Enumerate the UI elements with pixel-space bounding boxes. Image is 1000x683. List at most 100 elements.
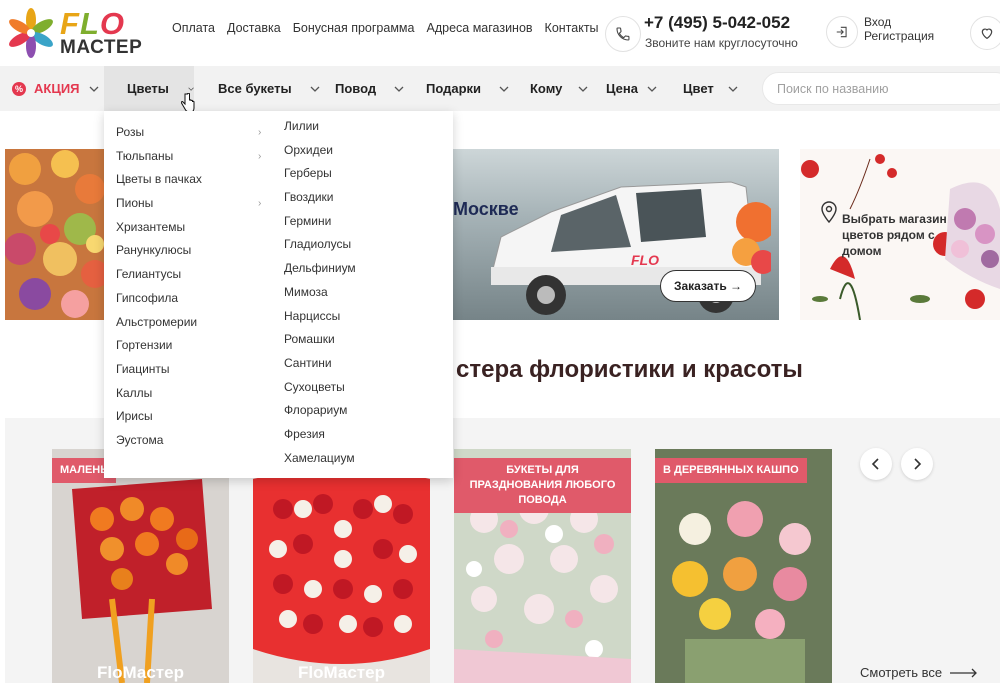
nav-whom-label: Кому: [530, 81, 563, 96]
dropdown-item-label: Ирисы: [116, 409, 153, 424]
nav-occasion-label: Повод: [335, 81, 377, 96]
nav-whom[interactable]: Кому: [530, 66, 588, 111]
dropdown-item[interactable]: Эустома: [116, 429, 202, 453]
heart-icon[interactable]: [970, 16, 1000, 50]
dropdown-item-label: Эустома: [116, 432, 164, 447]
nav-flowers-label: Цветы: [127, 81, 169, 96]
logo[interactable]: FLO МАСТЕР: [6, 8, 146, 58]
nav-gifts[interactable]: Подарки: [426, 66, 509, 111]
section-title: стера флористики и красоты: [456, 356, 803, 383]
nav-akcia[interactable]: % АКЦИЯ: [12, 66, 99, 111]
dropdown-item[interactable]: Герберы: [284, 162, 356, 186]
search-input[interactable]: [762, 72, 1000, 105]
nav-all-bouquets[interactable]: Все букеты: [218, 66, 320, 111]
login-text: Вход Регистрация: [864, 15, 934, 43]
logo-flower-icon: [9, 8, 53, 58]
category-card-1[interactable]: МАЛЕНЬ FloМастер: [52, 449, 229, 683]
dropdown-item[interactable]: Флорариум: [284, 399, 356, 423]
logo-letter-f: F: [60, 6, 80, 41]
see-all-link[interactable]: Смотреть все: [860, 665, 942, 680]
chevron-right-icon: [914, 458, 922, 470]
banner-store-finder[interactable]: Выбрать магазин цветов рядом с домом: [800, 149, 1000, 320]
flowers-dropdown: Розы › Тюльпаны › Цветы в пачках Пионы › Хр…: [104, 111, 453, 478]
dropdown-item[interactable]: Нарциссы: [284, 305, 356, 329]
dropdown-item[interactable]: Дельфиниум: [284, 257, 356, 281]
dropdown-item[interactable]: Гипсофила: [116, 287, 202, 311]
dropdown-column-2: Лилии Орхидеи Герберы Гвоздики Гермини Г…: [284, 115, 356, 470]
card-image: [52, 449, 229, 683]
nav-price-label: Цена: [606, 81, 638, 96]
dropdown-item[interactable]: Хамелациум: [284, 447, 356, 471]
dropdown-item[interactable]: Цветы в пачках: [116, 168, 202, 192]
nav-price[interactable]: Цена: [606, 66, 657, 111]
submenu-arrow-icon: ›: [258, 198, 262, 210]
chevron-down-icon: [578, 86, 588, 92]
chevron-left-icon: [871, 458, 879, 470]
register-link[interactable]: Регистрация: [864, 29, 934, 43]
page: FLO МАСТЕР Оплата Доставка Бонусная прог…: [0, 0, 1000, 683]
chevron-down-icon: [188, 86, 194, 91]
dropdown-item[interactable]: Гладиолусы: [284, 233, 356, 257]
dropdown-item[interactable]: Мимоза: [284, 281, 356, 305]
percent-icon: %: [12, 81, 26, 96]
logo-master-text: МАСТЕР: [60, 37, 143, 58]
top-links: Оплата Доставка Бонусная программа Адрес…: [172, 21, 611, 35]
banner-delivery[interactable]: Москве FLO Заказать →: [451, 149, 779, 320]
dropdown-item[interactable]: Орхидеи: [284, 139, 356, 163]
arrow-right-icon[interactable]: [950, 668, 978, 678]
dropdown-item[interactable]: Тюльпаны ›: [116, 145, 261, 169]
chevron-down-icon: [647, 86, 657, 92]
dropdown-item-label: Гелиантусы: [116, 267, 182, 282]
next-arrow-button[interactable]: [901, 448, 933, 480]
link-contacts[interactable]: Контакты: [545, 21, 599, 35]
card-image: [655, 449, 832, 683]
category-card-2[interactable]: FloМастер: [253, 449, 430, 683]
dropdown-item[interactable]: Сантини: [284, 352, 356, 376]
dropdown-item[interactable]: Гортензии: [116, 334, 202, 358]
dropdown-item[interactable]: Ранункулюсы: [116, 239, 202, 263]
card-badge: В ДЕРЕВЯННЫХ КАШПО: [655, 458, 807, 483]
link-delivery[interactable]: Доставка: [227, 21, 281, 35]
link-payment[interactable]: Оплата: [172, 21, 215, 35]
login-link[interactable]: Вход: [864, 15, 934, 29]
dropdown-item[interactable]: Гелиантусы: [116, 263, 202, 287]
banner-flowers[interactable]: [5, 149, 105, 320]
order-button[interactable]: Заказать →: [660, 270, 756, 302]
dropdown-item[interactable]: Пионы ›: [116, 192, 261, 216]
link-stores[interactable]: Адреса магазинов: [426, 21, 532, 35]
dropdown-item-label: Гипсофила: [116, 290, 179, 305]
link-bonus[interactable]: Бонусная программа: [293, 21, 415, 35]
dropdown-item[interactable]: Розы ›: [116, 121, 261, 145]
dropdown-item[interactable]: Ромашки: [284, 328, 356, 352]
prev-arrow-button[interactable]: [860, 448, 892, 480]
category-card-3[interactable]: БУКЕТЫ ДЛЯ ПРАЗДНОВАНИЯ ЛЮБОГО ПОВОДА: [454, 449, 631, 683]
dropdown-item[interactable]: Ирисы: [116, 405, 202, 429]
phone-number[interactable]: +7 (495) 5-042-052: [644, 13, 790, 33]
bouquet-image: [5, 149, 105, 320]
login-icon[interactable]: [826, 16, 858, 48]
dropdown-item[interactable]: Гвоздики: [284, 186, 356, 210]
nav-occasion[interactable]: Повод: [335, 66, 404, 111]
dropdown-item[interactable]: Хризантемы: [116, 216, 202, 240]
nav-gifts-label: Подарки: [426, 81, 482, 96]
dropdown-item[interactable]: Фрезия: [284, 423, 356, 447]
dropdown-item-label: Ранункулюсы: [116, 243, 192, 258]
phone-icon[interactable]: [605, 16, 641, 52]
dropdown-item[interactable]: Сухоцветы: [284, 376, 356, 400]
card-brand: FloМастер: [298, 663, 385, 682]
hand-cursor-icon: [181, 93, 195, 113]
dropdown-item[interactable]: Гермини: [284, 210, 356, 234]
nav-color[interactable]: Цвет: [683, 66, 738, 111]
dropdown-item[interactable]: Каллы: [116, 382, 202, 406]
chevron-down-icon: [499, 86, 509, 92]
header: FLO МАСТЕР Оплата Доставка Бонусная прог…: [0, 0, 1000, 66]
dropdown-item[interactable]: Альстромерии: [116, 311, 202, 335]
dropdown-column-1: Розы › Тюльпаны › Цветы в пачках Пионы › Хр…: [116, 121, 261, 453]
chevron-down-icon: [394, 86, 404, 92]
category-card-4[interactable]: В ДЕРЕВЯННЫХ КАШПО: [655, 449, 832, 683]
phone-note: Звоните нам круглосуточно: [645, 36, 798, 50]
dropdown-item[interactable]: Гиацинты: [116, 358, 202, 382]
dropdown-item[interactable]: Лилии: [284, 115, 356, 139]
card-brand: FloМастер: [97, 663, 184, 682]
chevron-down-icon: [310, 86, 320, 92]
